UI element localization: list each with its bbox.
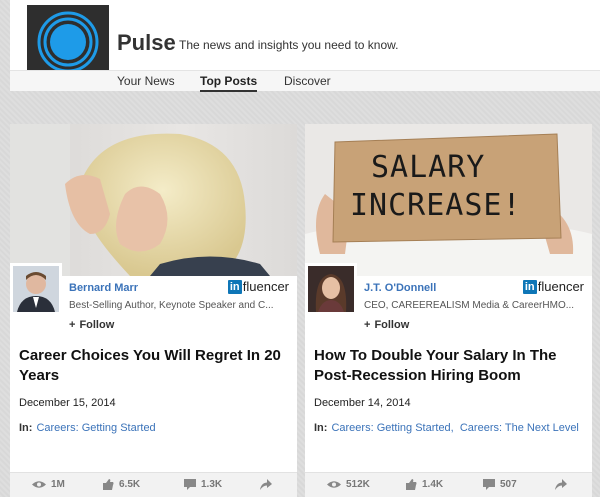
sign-line-2: INCREASE! xyxy=(350,188,522,223)
likes-stat[interactable]: 6.5K xyxy=(103,479,140,490)
brand-title: Pulse xyxy=(117,30,176,55)
post-tags: In: Careers: Getting Started, Careers: Th… xyxy=(314,422,579,434)
post-date: December 15, 2014 xyxy=(19,397,116,409)
author-description: Best-Selling Author, Keynote Speaker and… xyxy=(69,300,274,311)
views-stat: 512K xyxy=(327,479,370,490)
follow-button[interactable]: + Follow xyxy=(364,319,409,331)
author-avatar[interactable] xyxy=(305,263,357,315)
follow-button[interactable]: + Follow xyxy=(69,319,114,331)
post-tags: In: Careers: Getting Started xyxy=(19,422,156,434)
brand-tagline: The news and insights you need to know. xyxy=(179,38,399,52)
thumbs-up-icon xyxy=(406,479,417,490)
comment-icon xyxy=(483,479,495,490)
pulse-header: Pulse The news and insights you need to … xyxy=(10,0,600,92)
author-name[interactable]: Bernard Marr xyxy=(69,282,138,294)
plus-icon: + xyxy=(69,319,76,331)
author-name[interactable]: J.T. O'Donnell xyxy=(364,282,436,294)
views-stat: 1M xyxy=(32,479,65,490)
post-date: December 14, 2014 xyxy=(314,397,411,409)
eye-icon xyxy=(327,481,341,488)
share-button[interactable] xyxy=(555,479,572,490)
pulse-logo[interactable] xyxy=(27,5,109,79)
comments-stat[interactable]: 507 xyxy=(483,479,517,490)
influencer-label: fluencer xyxy=(242,279,289,294)
post-title[interactable]: How To Double Your Salary In The Post-Re… xyxy=(314,346,586,386)
tag-link[interactable]: Careers: Getting Started xyxy=(36,422,155,434)
post-stats: 1M 6.5K 1.3K xyxy=(10,472,297,497)
eye-icon xyxy=(32,481,46,488)
thumbs-up-icon xyxy=(103,479,114,490)
influencer-badge: in fluencer xyxy=(522,279,584,294)
pulse-logo-icon xyxy=(37,11,99,73)
author-avatar[interactable] xyxy=(10,263,62,315)
tab-your-news[interactable]: Your News xyxy=(117,74,175,90)
tab-discover[interactable]: Discover xyxy=(284,74,331,90)
linkedin-in-icon: in xyxy=(522,279,537,294)
tag-link[interactable]: Careers: The Next Level xyxy=(460,422,579,434)
author-description: CEO, CAREEREALISM Media & CareerHMO... xyxy=(364,300,575,311)
sign-line-1: SALARY xyxy=(371,150,486,185)
share-icon xyxy=(555,479,567,490)
tag-link[interactable]: Careers: Getting Started, xyxy=(331,422,453,434)
likes-stat[interactable]: 1.4K xyxy=(406,479,443,490)
post-title[interactable]: Career Choices You Will Regret In 20 Yea… xyxy=(19,346,291,386)
post-card[interactable]: Bernard Marr in fluencer Best-Selling Au… xyxy=(10,124,297,497)
share-icon xyxy=(260,479,272,490)
influencer-badge: in fluencer xyxy=(227,279,289,294)
post-stats: 512K 1.4K 507 xyxy=(305,472,592,497)
post-card[interactable]: SALARY INCREASE! J.T. O'Donnell in fluen… xyxy=(305,124,592,497)
plus-icon: + xyxy=(364,319,371,331)
share-button[interactable] xyxy=(260,479,277,490)
post-image[interactable] xyxy=(10,124,297,276)
linkedin-in-icon: in xyxy=(227,279,242,294)
post-image[interactable]: SALARY INCREASE! xyxy=(305,124,592,276)
influencer-label: fluencer xyxy=(537,279,584,294)
comments-stat[interactable]: 1.3K xyxy=(184,479,222,490)
comment-icon xyxy=(184,479,196,490)
tab-top-posts[interactable]: Top Posts xyxy=(200,74,258,92)
